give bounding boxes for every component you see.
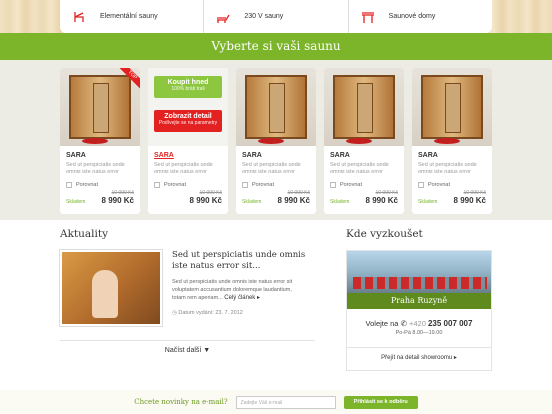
product-name[interactable]: SARA bbox=[148, 146, 228, 162]
price: 8 990 Kč bbox=[453, 196, 486, 205]
nav-label: Saunové domy bbox=[388, 13, 436, 20]
news-article: Sed ut perspiciatis unde omnis iste natu… bbox=[60, 250, 306, 326]
nav-item-230v[interactable]: 230 V sauny bbox=[204, 0, 349, 33]
news-title: Aktuality bbox=[60, 228, 109, 240]
product-desc: Sed ut perspiciatis unde omnis iste natu… bbox=[66, 162, 125, 175]
show-detail-button[interactable]: Zobrazit detail Podívejte se na parametry bbox=[154, 110, 222, 132]
product-desc: Sed ut perspiciatis unde omnis iste natu… bbox=[242, 162, 301, 175]
show-detail-label: Zobrazit detail bbox=[164, 113, 212, 120]
showroom-card: Praha Ruzyně Volejte na ✆ +420 235 007 0… bbox=[346, 250, 492, 371]
price: 8 990 Kč bbox=[189, 196, 222, 205]
product-name[interactable]: SARA bbox=[60, 146, 140, 162]
checkbox-icon[interactable] bbox=[330, 182, 336, 188]
load-more-label: Načíst další bbox=[164, 347, 202, 354]
clock-icon: ◷ bbox=[172, 310, 177, 316]
article-text: Sed ut perspiciatis unde omnis iste natu… bbox=[172, 278, 306, 302]
stock-status: Skladem bbox=[330, 199, 350, 205]
product-card[interactable]: SARA Sed ut perspiciatis unde omnis iste… bbox=[412, 68, 492, 214]
product-name[interactable]: SARA bbox=[324, 146, 404, 162]
product-desc: Sed ut perspiciatis unde omnis iste natu… bbox=[330, 162, 389, 175]
checkbox-icon[interactable] bbox=[66, 182, 72, 188]
hover-actions: Koupit hned 100% bráti trali Zobrazit det… bbox=[148, 68, 228, 148]
opening-hours: Po-Pá 8.00—19.00 bbox=[395, 330, 443, 336]
newsletter-label: Chcete novinky na e-mail? bbox=[134, 398, 228, 406]
nav-label: 230 V sauny bbox=[244, 13, 284, 20]
newsletter-email-input[interactable]: Zadejte Váš e-mail bbox=[235, 395, 336, 409]
compare-checkbox[interactable]: Porovnat bbox=[148, 176, 228, 188]
showroom-detail-label: Přejít na detail showroomu bbox=[381, 355, 453, 361]
phone-prefix: +420 bbox=[408, 319, 426, 328]
compare-label: Porovnat bbox=[76, 182, 99, 188]
chevron-down-icon: ▼ bbox=[203, 347, 211, 354]
stock-status: Skladem bbox=[418, 199, 438, 205]
price: 8 990 Kč bbox=[277, 196, 310, 205]
product-image[interactable] bbox=[236, 68, 316, 146]
bench-icon bbox=[361, 11, 374, 23]
read-more-label: Celý článek bbox=[224, 295, 256, 301]
compare-label: Porovnat bbox=[164, 182, 187, 188]
stock-status: Skladem bbox=[66, 199, 86, 205]
showroom-detail-link[interactable]: Přejít na detail showroomu ▸ bbox=[347, 347, 491, 370]
section-band: Vyberte si vaši saunu bbox=[0, 33, 552, 60]
article-date: ◷ Datum vydání: 23. 7. 2012 bbox=[172, 310, 306, 316]
product-name[interactable]: SARA bbox=[236, 146, 316, 162]
read-more-link[interactable]: Celý článek ▸ bbox=[224, 295, 260, 301]
price: 8 990 Kč bbox=[365, 196, 398, 205]
stock-status: Skladem bbox=[242, 199, 262, 205]
product-image[interactable]: TOP bbox=[60, 68, 140, 146]
product-image[interactable] bbox=[412, 68, 492, 146]
checkbox-icon[interactable] bbox=[154, 182, 160, 188]
show-detail-sub: Podívejte se na parametry bbox=[158, 120, 218, 126]
showroom-image[interactable] bbox=[347, 251, 491, 293]
buy-now-sub: 100% bráti trali bbox=[171, 86, 205, 92]
compare-label: Porovnat bbox=[252, 182, 275, 188]
product-desc: Sed ut perspiciatis unde omnis iste natu… bbox=[154, 162, 213, 175]
news-section: Aktuality Sed ut perspiciatis unde omnis… bbox=[60, 228, 315, 354]
showroom-place: Praha Ruzyně bbox=[347, 293, 491, 309]
newsletter-bar: Chcete novinky na e-mail? Zadejte Váš e-… bbox=[0, 390, 552, 414]
compare-label: Porovnat bbox=[428, 182, 451, 188]
call-info: Volejte na ✆ +420 235 007 007 bbox=[347, 319, 491, 328]
article-title[interactable]: Sed ut perspiciatis unde omnis iste natu… bbox=[172, 250, 306, 272]
compare-checkbox[interactable]: Porovnat bbox=[60, 176, 140, 188]
product-card[interactable]: SARA Sed ut perspiciatis unde omnis iste… bbox=[324, 68, 404, 214]
phone-icon: ✆ bbox=[400, 319, 407, 328]
nav-label: Elementální sauny bbox=[100, 13, 158, 20]
compare-checkbox[interactable]: Porovnat bbox=[236, 176, 316, 188]
nav-item-houses[interactable]: Saunové domy bbox=[349, 0, 492, 33]
compare-checkbox[interactable]: Porovnat bbox=[412, 176, 492, 188]
nav-item-elemental[interactable]: Elementální sauny bbox=[60, 0, 205, 33]
call-label: Volejte na bbox=[365, 319, 399, 328]
chair-icon bbox=[74, 11, 84, 22]
price: 8 990 Kč bbox=[101, 196, 134, 205]
compare-checkbox[interactable]: Porovnat bbox=[324, 176, 404, 188]
showroom-title: Kde vyzkoušet bbox=[346, 228, 423, 240]
product-card[interactable]: SARA Sed ut perspiciatis unde omnis iste… bbox=[236, 68, 316, 214]
load-more-button[interactable]: Načíst další ▼ bbox=[60, 340, 315, 354]
product-card[interactable]: TOP SARA Sed ut perspiciatis unde omnis … bbox=[60, 68, 140, 214]
buy-now-label: Koupit hned bbox=[167, 79, 209, 86]
article-image[interactable] bbox=[60, 250, 162, 326]
checkbox-icon[interactable] bbox=[418, 182, 424, 188]
subscribe-button[interactable]: Přihlásit se k odběru bbox=[343, 395, 418, 409]
compare-label: Porovnat bbox=[340, 182, 363, 188]
article-date-text: Datum vydání: 23. 7. 2012 bbox=[178, 310, 243, 316]
product-desc: Sed ut perspiciatis unde omnis iste natu… bbox=[418, 162, 477, 175]
lounger-icon bbox=[217, 14, 230, 23]
buy-now-button[interactable]: Koupit hned 100% bráti trali bbox=[154, 76, 222, 98]
section-title: Vyberte si vaši saunu bbox=[211, 39, 341, 53]
showroom-section: Kde vyzkoušet Praha Ruzyně Volejte na ✆ … bbox=[346, 228, 492, 371]
product-image[interactable] bbox=[324, 68, 404, 146]
checkbox-icon[interactable] bbox=[242, 182, 248, 188]
product-name[interactable]: SARA bbox=[412, 146, 492, 162]
phone-number[interactable]: 235 007 007 bbox=[428, 319, 473, 328]
top-nav: Elementální sauny 230 V sauny Saunové do… bbox=[60, 0, 492, 33]
